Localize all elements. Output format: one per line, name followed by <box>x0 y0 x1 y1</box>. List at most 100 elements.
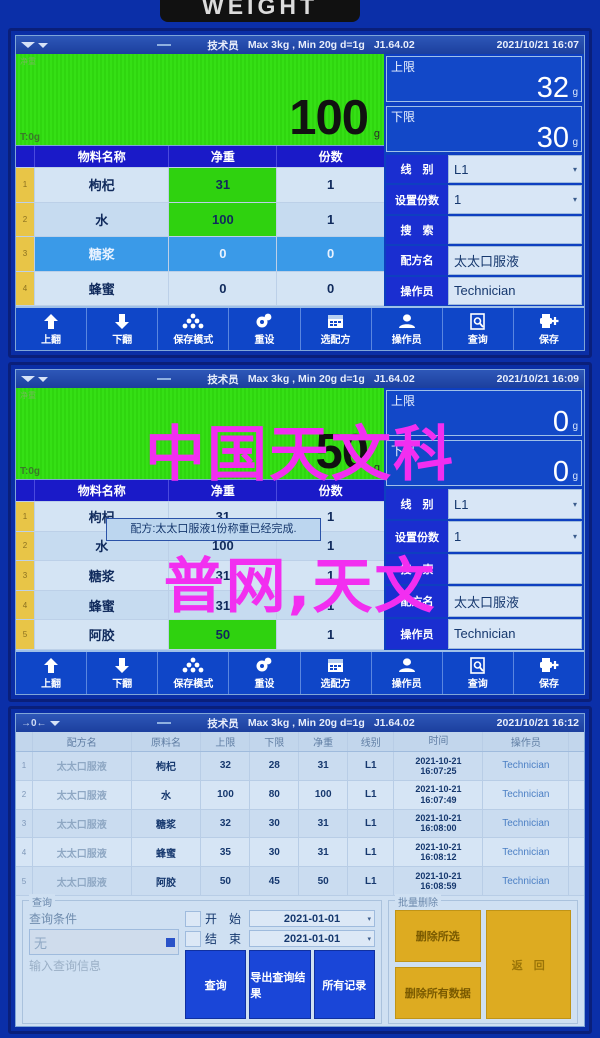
row-index: 5 <box>21 876 27 886</box>
toolbar-button-label: 下翻 <box>112 335 133 346</box>
search-input[interactable] <box>448 553 582 585</box>
toolbar-button-page-up[interactable]: 上翻 <box>16 308 88 350</box>
net-indicator-icon <box>157 378 171 380</box>
cell-material-name: 蜂蜜 <box>34 590 168 620</box>
field-line[interactable]: 线 别 L1 ▾ <box>386 155 582 184</box>
weight-display-1: 净重 T:0g 100 g <box>16 54 384 146</box>
recipe-name-value[interactable]: 太太口服液 <box>448 586 582 617</box>
upper-limit-box-2: 上限 0 g <box>386 390 582 437</box>
weight-unit-2: g <box>373 462 380 474</box>
weight-unit-1: g <box>373 128 380 140</box>
field-search[interactable]: 搜 索 <box>386 553 582 585</box>
operator-value[interactable]: Technician <box>448 276 582 306</box>
chevron-down-icon: ▾ <box>367 935 371 943</box>
toolbar-button-reset[interactable]: 重设 <box>229 652 301 694</box>
table-row[interactable]: 5 太太口服液 阿胶 50 45 50 L1 2021-10-21 16:08:5… <box>16 867 584 896</box>
recipe-name-value[interactable]: 太太口服液 <box>448 246 582 275</box>
end-date-row: 结 束 2021-01-01 ▾ <box>185 930 375 947</box>
table-row[interactable]: 3 糖浆 0 0 <box>16 237 384 272</box>
toolbar-button-save[interactable]: 保存 <box>514 308 584 350</box>
start-date-row: 开 始 2021-01-01 ▾ <box>185 910 375 927</box>
cell-material: 枸杞 <box>130 752 201 780</box>
portions-select[interactable]: 1 ▾ <box>448 185 582 214</box>
query-condition-select[interactable]: 无 <box>29 929 179 955</box>
cell-lower: 30 <box>249 809 298 838</box>
chevron-down-icon: ▾ <box>572 164 577 174</box>
toolbar-button-query[interactable]: 查询 <box>443 308 514 350</box>
delete-selected-button[interactable]: 删除所选 <box>395 910 481 962</box>
toolbar-button-page-up[interactable]: 上翻 <box>16 652 88 694</box>
line-select[interactable]: L1 ▾ <box>448 155 582 184</box>
records-table-header: 配方名 原料名 上限 下限 净重 线别 时间 操作员 <box>16 732 584 752</box>
col-lower: 下限 <box>249 732 298 751</box>
start-date-field[interactable]: 2021-01-01 ▾ <box>249 910 375 927</box>
toolbar-button-select-recipe[interactable]: 选配方 <box>301 308 372 350</box>
toolbar-button-reset[interactable]: 重设 <box>229 308 301 350</box>
records-controls: 查询 查询条件 无 输入查询信息 开 始 2021-01-01 ▾ 结 束 20… <box>16 894 584 1026</box>
table-row[interactable]: 2 太太口服液 水 100 80 100 L1 2021-10-21 16:07:… <box>16 780 584 810</box>
cell-net: 31 <box>298 809 347 838</box>
field-search[interactable]: 搜 索 <box>386 215 582 245</box>
line-select[interactable]: L1 ▾ <box>448 489 582 520</box>
back-button[interactable]: 返 回 <box>485 910 571 1019</box>
table-row[interactable]: 4 蜂蜜 31 1 <box>16 590 384 621</box>
field-recipe-name[interactable]: 配方名 太太口服液 <box>386 246 582 275</box>
query-input-placeholder[interactable]: 输入查询信息 <box>29 957 179 974</box>
lower-limit-value: 30 <box>536 122 569 154</box>
toolbar-button-page-down[interactable]: 下翻 <box>87 652 159 694</box>
toolbar-button-query[interactable]: 查询 <box>443 652 514 694</box>
toolbar-button-save[interactable]: 保存 <box>514 652 584 694</box>
completion-dialog[interactable]: 配方:太太口服液1份称重已经完成. <box>106 518 321 541</box>
row-index: 4 <box>16 590 34 620</box>
col-line: 线别 <box>347 732 393 751</box>
table-row[interactable]: 5 阿胶 50 1 <box>16 620 384 650</box>
table-row[interactable]: 3 太太口服液 糖浆 32 30 31 L1 2021-10-21 16:08:0… <box>16 809 584 839</box>
delete-all-button[interactable]: 删除所有数据 <box>395 967 481 1019</box>
col-recipe: 配方名 <box>32 732 131 751</box>
toolbar-button-page-down[interactable]: 下翻 <box>87 308 159 350</box>
end-date-checkbox[interactable] <box>185 930 201 947</box>
toolbar-button-save-mode[interactable]: 保存模式 <box>158 308 230 350</box>
portions-select[interactable]: 1 ▾ <box>448 521 582 552</box>
cell-recipe: 太太口服液 <box>32 780 131 809</box>
chevron-down-icon: ▾ <box>572 499 577 509</box>
table-row[interactable]: 4 太太口服液 蜂蜜 35 30 31 L1 2021-10-21 16:08:1… <box>16 838 584 868</box>
upper-limit-value: 32 <box>536 72 569 104</box>
field-portions[interactable]: 设置份数 1 ▾ <box>386 185 582 214</box>
toolbar-button-operator[interactable]: 操作员 <box>372 652 443 694</box>
table-row[interactable]: 3 糖浆 31 1 <box>16 561 384 591</box>
cell-line: L1 <box>347 838 393 867</box>
brand-plaque: WEIGHT <box>160 0 360 22</box>
document-search-icon <box>470 312 486 330</box>
toolbar-button-label: 查询 <box>467 335 488 346</box>
dropdown-button-icon[interactable] <box>166 937 175 947</box>
toolbar-button-label: 保存 <box>538 335 559 346</box>
weighing-panel-1: 技术员 Max 3kg , Min 20g d=1g J1.64.02 2021… <box>8 28 592 358</box>
toolbar-button-save-mode[interactable]: 保存模式 <box>158 652 230 694</box>
cell-time: 2021-10-21 16:07:25 <box>393 752 482 780</box>
cell-material-name: 蜂蜜 <box>34 271 168 305</box>
status-firmware-2: J1.64.02 <box>373 373 415 385</box>
field-operator[interactable]: 操作员 Technician <box>386 276 582 306</box>
search-input[interactable] <box>448 215 582 245</box>
field-operator[interactable]: 操作员 Technician <box>386 618 582 650</box>
field-recipe-name[interactable]: 配方名 太太口服液 <box>386 586 582 617</box>
toolbar-button-label: 重设 <box>254 679 275 690</box>
field-line[interactable]: 线 别 L1 ▾ <box>386 489 582 520</box>
end-date-field[interactable]: 2021-01-01 ▾ <box>249 930 375 947</box>
start-date-checkbox[interactable] <box>185 910 201 927</box>
weight-value-1: 100 <box>289 91 369 145</box>
table-row[interactable]: 1 太太口服液 枸杞 32 28 31 L1 2021-10-21 16:07:2… <box>16 752 584 781</box>
all-records-button[interactable]: 所有记录 <box>313 950 375 1019</box>
operator-value[interactable]: Technician <box>448 618 582 650</box>
table-row[interactable]: 1 枸杞 31 1 <box>16 168 384 203</box>
calendar-icon <box>327 312 344 330</box>
table-row[interactable]: 2 水 100 1 <box>16 202 384 237</box>
field-portions[interactable]: 设置份数 1 ▾ <box>386 521 582 552</box>
table-row[interactable]: 4 蜂蜜 0 0 <box>16 271 384 306</box>
query-button[interactable]: 查询 <box>185 950 247 1019</box>
row-index: 4 <box>21 847 27 857</box>
toolbar-button-select-recipe[interactable]: 选配方 <box>301 652 372 694</box>
toolbar-button-operator[interactable]: 操作员 <box>372 308 443 350</box>
export-results-button[interactable]: 导出查询结果 <box>249 950 311 1019</box>
